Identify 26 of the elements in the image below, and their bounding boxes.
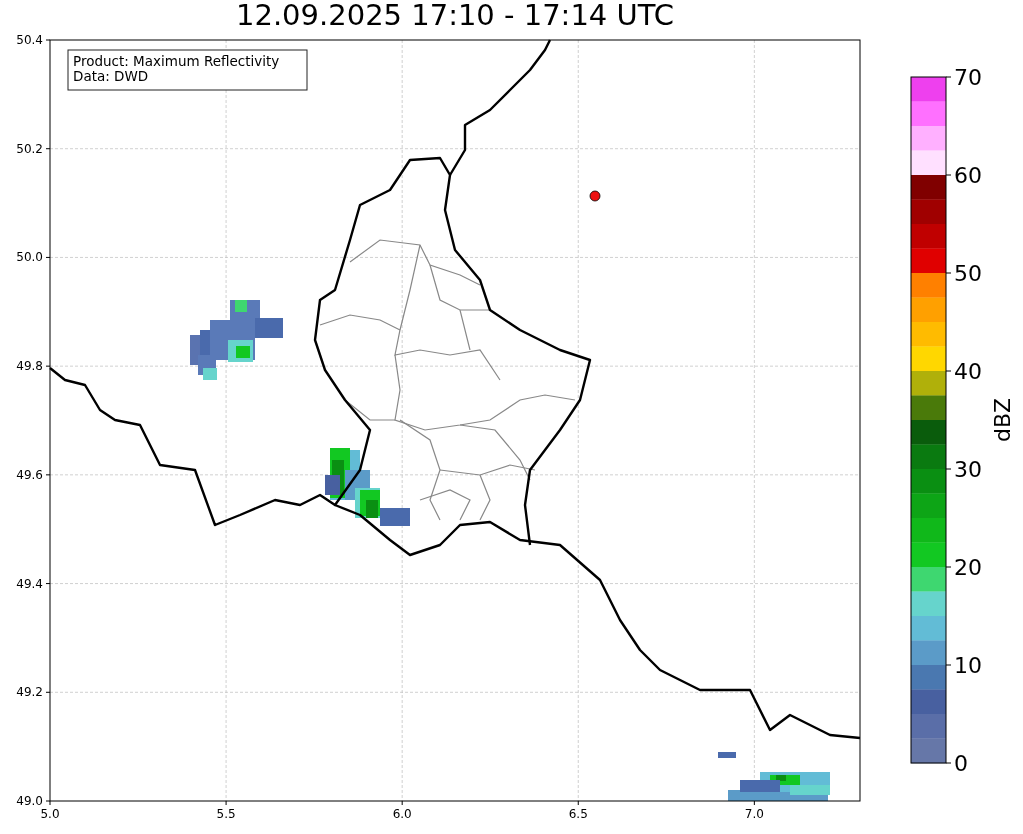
y-tick-label: 49.0 xyxy=(16,794,43,808)
colorbar-tick-label: 20 xyxy=(954,555,982,580)
colorbar-tick-label: 40 xyxy=(954,359,982,384)
x-tick-label: 7.0 xyxy=(744,807,764,821)
colorbar-label: dBZ xyxy=(990,397,1015,443)
x-tick-label: 5.5 xyxy=(216,807,236,821)
y-tick-label: 50.0 xyxy=(16,250,43,265)
info-text: Product: Maximum Reflectivity xyxy=(73,53,280,69)
colorbar-tick-label: 10 xyxy=(954,653,982,678)
colorbar-tick-label: 70 xyxy=(954,65,982,90)
x-tick-label: 6.5 xyxy=(568,807,588,821)
location-marker xyxy=(589,190,601,202)
colorbar-tick-label: 60 xyxy=(954,163,982,188)
info-text: Data: DWD xyxy=(73,68,149,84)
colorbar-tick-label: 0 xyxy=(954,751,968,776)
y-tick-label: 49.8 xyxy=(16,359,43,374)
x-tick-label: 5.0 xyxy=(40,807,60,821)
colorbar-tick-label: 50 xyxy=(954,261,982,286)
y-tick-label: 49.2 xyxy=(16,685,43,700)
y-tick-label: 50.2 xyxy=(16,141,43,156)
x-tick-label: 6.0 xyxy=(392,807,412,821)
colorbar-tick-label: 30 xyxy=(954,457,982,482)
y-tick-label: 50.4 xyxy=(16,33,43,47)
y-tick-label: 49.4 xyxy=(16,576,43,591)
y-tick-label: 49.6 xyxy=(16,467,43,482)
chart-title: 12.09.2025 17:10 - 17:14 UTC xyxy=(236,0,674,30)
